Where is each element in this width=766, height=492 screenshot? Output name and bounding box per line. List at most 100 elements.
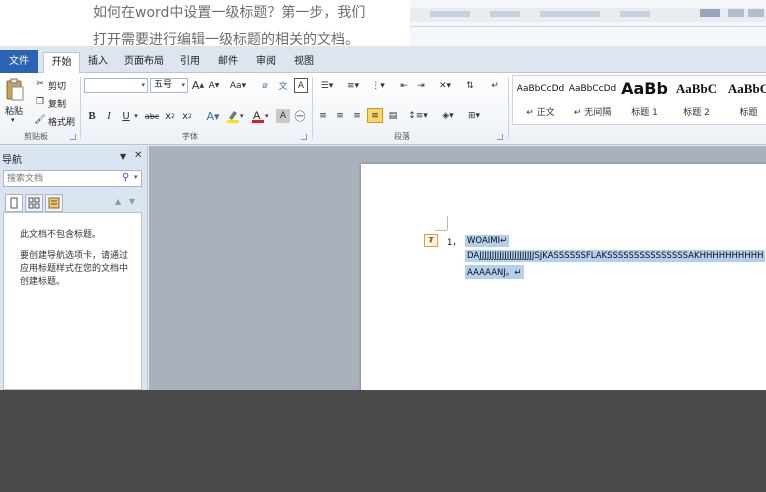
results-view-tab[interactable] [45, 194, 63, 212]
style-preview: AaBbC [727, 81, 766, 96]
font-dialog-launcher[interactable] [301, 134, 307, 140]
format-painter-button[interactable]: 格式刷 [48, 115, 75, 128]
article-text-line-2: 打开需要进行编辑一级标题的相关的文档。 [93, 32, 359, 46]
margin-corner-mark [435, 230, 447, 231]
show-marks-icon[interactable]: ↵ [488, 78, 502, 93]
search-input[interactable] [4, 171, 118, 186]
enclosed-character-icon[interactable]: ㊀ [293, 109, 307, 123]
shading-icon[interactable]: ◈▾ [437, 108, 459, 123]
line-spacing-icon[interactable]: ↕≡▾ [407, 108, 429, 123]
chevron-down-icon: ▾ [141, 81, 145, 89]
align-center-icon[interactable]: ≡ [333, 108, 347, 123]
style-preview: AaBbC [675, 81, 718, 96]
character-shading-icon[interactable]: A [276, 109, 290, 123]
align-right-icon[interactable]: ≡ [350, 108, 364, 123]
paragraph-group-label: 段落 [394, 132, 410, 141]
paste-icon[interactable] [4, 77, 26, 103]
document-line-2[interactable]: DAJJJJJJJJJJJJJJJJJJJJJJSJKASSSSSSFLAKSS… [465, 250, 766, 262]
clipboard-dialog-launcher[interactable] [70, 134, 76, 140]
svg-text:▾: ▾ [265, 112, 269, 120]
italic-icon[interactable]: I [103, 109, 115, 123]
pane-options-icon[interactable]: ▼ [120, 152, 126, 161]
bullets-icon[interactable]: ☰▾ [316, 78, 338, 93]
cut-button[interactable]: 剪切 [48, 79, 66, 92]
clear-formatting-icon[interactable]: ⌀ [258, 78, 272, 93]
chevron-down-icon: ▾ [181, 81, 185, 89]
document-area: ₮ 1， WOAIMI↵ DAJJJJJJJJJJJJJJJJJJJJJJSJK… [149, 146, 766, 390]
ribbon: 粘贴 ▾ ✂ 剪切 ❐ 复制 🖌 格式刷 剪贴板 ▾ 五号 ▾ A ▲ A ▼ Aa▾… [0, 73, 766, 145]
tab-page-layout[interactable]: 页面布局 [120, 52, 168, 73]
nav-empty-message: 此文档不包含标题。 [20, 230, 102, 240]
bold-icon[interactable]: B [86, 109, 98, 123]
borders-icon[interactable]: ⊞▾ [463, 108, 485, 123]
margin-corner-mark [447, 216, 448, 230]
align-left-icon[interactable]: ≡ [316, 108, 330, 123]
format-painter-icon: 🖌 [34, 115, 46, 125]
shrink-font-icon[interactable]: A ▼ [207, 78, 221, 93]
tab-file[interactable]: 文件 [0, 50, 38, 73]
ribbon-tab-bar: 文件 开始 插入 页面布局 引用 邮件 审阅 视图 [0, 46, 766, 73]
change-case-icon[interactable]: Aa▾ [228, 78, 248, 93]
chinese-layout-icon[interactable]: ✕▾ [434, 78, 456, 93]
grow-font-icon[interactable]: A ▲ [191, 78, 205, 93]
superscript-icon[interactable]: x2 [180, 109, 194, 123]
multilevel-list-icon[interactable]: ⋮▾ [367, 78, 389, 93]
tab-review[interactable]: 审阅 [252, 52, 280, 73]
nav-search-box[interactable]: ⚲ ▾ [3, 170, 142, 187]
next-heading-icon[interactable]: ▼ [129, 197, 135, 206]
increase-indent-icon[interactable]: ⇥ [414, 78, 428, 93]
chevron-down-icon[interactable]: ▾ [134, 173, 138, 181]
character-border-icon[interactable]: A [294, 78, 308, 93]
tab-view[interactable]: 视图 [290, 52, 318, 73]
partial-ribbon-preview [410, 0, 766, 46]
justify-icon[interactable]: ≡ [367, 108, 383, 123]
font-name-combo[interactable]: ▾ [84, 78, 148, 93]
headings-view-tab[interactable] [5, 194, 23, 212]
sort-icon[interactable]: ⇅ [462, 78, 478, 93]
copy-button[interactable]: 复制 [48, 97, 66, 110]
group-separator [312, 77, 313, 139]
navigation-pane: 导航 ▼ ✕ ⚲ ▾ ▲ ▼ 此文档不包含标题。 要创建导航选项卡，请通过应用标… [0, 146, 148, 390]
document-page[interactable]: ₮ 1， WOAIMI↵ DAJJJJJJJJJJJJJJJJJJJJJJSJK… [361, 164, 766, 390]
document-line-3[interactable]: AAAAANJ。↵ [465, 265, 524, 279]
highlight-icon[interactable]: ▾ [226, 109, 246, 123]
article-text-line-1: 如何在word中设置一级标题？第一步，我们 [93, 5, 366, 21]
paragraph-dialog-launcher[interactable] [497, 134, 503, 140]
decrease-indent-icon[interactable]: ⇤ [397, 78, 411, 93]
article-background: 如何在word中设置一级标题？第一步，我们 打开需要进行编辑一级标题的相关的文档… [0, 0, 766, 46]
nav-pane-body: 此文档不包含标题。 要创建导航选项卡，请通过应用标题样式在您的文档中创建标题。 [3, 212, 142, 390]
font-size-value: 五号 [154, 80, 173, 90]
numbering-icon[interactable]: ≡▾ [342, 78, 364, 93]
style-heading-1[interactable]: AaBb 标题 1 [617, 77, 672, 125]
style-heading-2[interactable]: AaBbC 标题 2 [669, 77, 724, 125]
nav-view-tabs [5, 194, 63, 212]
tab-insert[interactable]: 插入 [84, 52, 112, 73]
text-effects-icon[interactable]: A▾ [203, 109, 223, 123]
underline-icon[interactable]: U [120, 109, 132, 123]
style-title[interactable]: AaBbC 标题 [721, 77, 766, 125]
paste-dropdown-arrow[interactable]: ▾ [11, 116, 15, 124]
distributed-icon[interactable]: ▤ [386, 108, 400, 123]
style-preview: AaBbCcDd [568, 84, 617, 94]
font-size-combo[interactable]: 五号 ▾ [150, 78, 188, 93]
tab-references[interactable]: 引用 [176, 52, 204, 73]
pages-view-tab[interactable] [25, 194, 43, 212]
previous-heading-icon[interactable]: ▲ [115, 197, 121, 206]
close-icon[interactable]: ✕ [134, 150, 142, 161]
tab-mailings[interactable]: 邮件 [214, 52, 242, 73]
phonetic-guide-icon[interactable]: 文 [276, 78, 290, 93]
font-color-icon[interactable]: A ▾ [251, 109, 271, 123]
search-icon[interactable]: ⚲ [122, 172, 129, 183]
subscript-icon[interactable]: x2 [163, 109, 177, 123]
word-window: 文件 开始 插入 页面布局 引用 邮件 审阅 视图 粘贴 ▾ ✂ 剪切 ❐ 复制… [0, 46, 766, 390]
style-no-spacing[interactable]: AaBbCcDd ↵ 无间隔 [565, 77, 620, 125]
tab-home[interactable]: 开始 [43, 52, 80, 73]
underline-dropdown-icon[interactable]: ▾ [132, 109, 140, 123]
style-normal[interactable]: AaBbCcDd ↵ 正文 [513, 77, 568, 125]
style-preview: AaBb [621, 79, 668, 98]
style-name: 标题 2 [683, 108, 710, 118]
document-line-1[interactable]: WOAIMI↵ [465, 235, 510, 247]
scissors-icon: ✂ [36, 79, 44, 89]
autocorrect-options-icon[interactable]: ₮ [424, 234, 438, 247]
strikethrough-icon[interactable]: abc [144, 109, 160, 123]
